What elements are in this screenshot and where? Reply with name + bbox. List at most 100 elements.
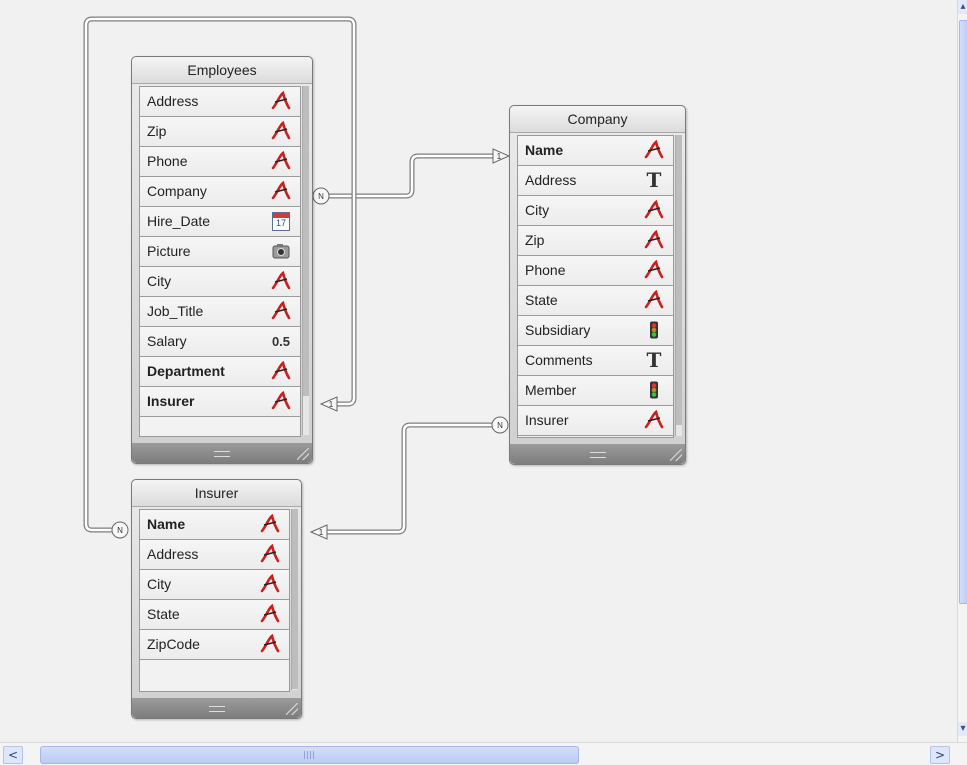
employees-table-footer: [132, 443, 312, 463]
footer-grip-icon[interactable]: [589, 452, 606, 458]
relation-link[interactable]: [326, 422, 500, 535]
scroll-up-icon[interactable]: ▴: [958, 0, 967, 14]
field-row[interactable]: Zip: [518, 226, 673, 256]
field-row[interactable]: Department: [140, 357, 300, 387]
field-row[interactable]: Phone: [140, 147, 300, 177]
field-row[interactable]: Address: [140, 87, 300, 117]
horizontal-scrollbar[interactable]: < >: [0, 742, 967, 765]
one-label: 1: [497, 152, 502, 161]
field-row[interactable]: Member: [518, 376, 673, 406]
many-end-marker[interactable]: N: [312, 187, 330, 205]
alpha-icon: [643, 199, 665, 221]
field-row[interactable]: Comments T: [518, 346, 673, 376]
scroll-down-icon[interactable]: ▾: [958, 722, 967, 736]
footer-grip-icon[interactable]: [214, 451, 230, 457]
one-end-marker[interactable]: 1: [309, 524, 328, 540]
field-row[interactable]: Hire_Date 17: [140, 207, 300, 237]
field-row[interactable]: Salary 0.5: [140, 327, 300, 357]
employees-table[interactable]: Employees Address Zip Phone Company Hire_Dat…: [131, 56, 313, 464]
one-end-marker[interactable]: 1: [492, 148, 511, 164]
company-field-list: Name Address T City Zip Phone State Subsidiary C…: [517, 135, 674, 438]
vertical-scroll-thumb[interactable]: [959, 20, 967, 604]
field-name: Zip: [147, 123, 167, 139]
employees-field-list: Address Zip Phone Company Hire_Date 17 Picture…: [139, 86, 301, 437]
relation-link[interactable]: [321, 153, 494, 199]
many-end-marker[interactable]: N: [111, 521, 129, 539]
alpha-icon: [259, 603, 281, 625]
scroll-right-icon[interactable]: >: [930, 746, 950, 764]
field-name: Job_Title: [147, 303, 204, 319]
field-name: Member: [525, 382, 577, 398]
calendar-icon: 17: [270, 210, 292, 232]
resize-grip-icon[interactable]: [670, 449, 682, 461]
scroll-left-icon[interactable]: <: [3, 746, 23, 764]
field-row[interactable]: Subsidiary: [518, 316, 673, 346]
alpha-icon: [270, 120, 292, 142]
insurer-table-title[interactable]: Insurer: [132, 480, 301, 507]
field-name: Comments: [525, 352, 593, 368]
field-row[interactable]: ZipCode: [140, 630, 289, 660]
field-name: Zip: [525, 232, 545, 248]
field-row[interactable]: Insurer: [140, 387, 300, 417]
field-row[interactable]: Job_Title: [140, 297, 300, 327]
alpha-icon: [270, 270, 292, 292]
boolean-icon: [643, 319, 665, 341]
field-row[interactable]: Address T: [518, 166, 673, 196]
field-name: Name: [525, 142, 564, 158]
employees-table-title[interactable]: Employees: [132, 57, 312, 84]
field-row[interactable]: Name: [140, 510, 289, 540]
footer-grip-icon[interactable]: [208, 706, 225, 712]
alpha-icon: [270, 180, 292, 202]
real-icon: 0.5: [271, 333, 291, 349]
field-row[interactable]: Picture: [140, 237, 300, 267]
field-name: Address: [147, 546, 199, 562]
field-name: City: [147, 273, 172, 289]
company-table-title[interactable]: Company: [510, 106, 685, 133]
employees-scroll-thumb[interactable]: [303, 86, 309, 396]
alpha-icon: [259, 513, 281, 535]
field-row[interactable]: City: [518, 196, 673, 226]
resize-grip-icon[interactable]: [297, 448, 309, 460]
resize-grip-icon[interactable]: [286, 703, 298, 715]
insurer-field-list: Name Address City State ZipCode: [139, 509, 290, 692]
field-row[interactable]: Name: [518, 136, 673, 166]
one-end-marker[interactable]: 1: [319, 396, 338, 412]
horizontal-scroll-thumb[interactable]: [40, 746, 579, 764]
many-label: N: [117, 526, 123, 535]
many-end-marker[interactable]: N: [491, 416, 509, 434]
field-row[interactable]: State: [140, 600, 289, 630]
relation-link[interactable]: [321, 154, 494, 198]
field-name: Address: [525, 172, 577, 188]
field-name: Insurer: [147, 393, 195, 409]
field-row[interactable]: City: [140, 570, 289, 600]
field-name: State: [147, 606, 180, 622]
alpha-icon: [643, 229, 665, 251]
company-scroll-thumb[interactable]: [676, 135, 682, 425]
field-name: Phone: [525, 262, 566, 278]
relation-link[interactable]: [326, 423, 500, 534]
field-name: Subsidiary: [525, 322, 591, 338]
alpha-icon: [259, 543, 281, 565]
alpha-icon: [643, 409, 665, 431]
vertical-scrollbar[interactable]: ▴ ▾: [957, 0, 967, 742]
insurer-scrollbar[interactable]: [291, 509, 298, 690]
field-name: City: [147, 576, 172, 592]
field-row[interactable]: Insurer: [518, 406, 673, 436]
camera-icon: [270, 240, 292, 262]
field-name: Salary: [147, 333, 187, 349]
field-row[interactable]: State: [518, 286, 673, 316]
insurer-table[interactable]: Insurer Name Address City State ZipCode: [131, 479, 302, 719]
employees-scrollbar[interactable]: [302, 86, 309, 435]
field-row[interactable]: Company: [140, 177, 300, 207]
insurer-scroll-thumb[interactable]: [292, 509, 298, 689]
field-row[interactable]: Zip: [140, 117, 300, 147]
alpha-icon: [259, 573, 281, 595]
field-row[interactable]: City: [140, 267, 300, 297]
field-row[interactable]: Phone: [518, 256, 673, 286]
structure-editor-canvas[interactable]: N 1 N 1 N 1 Employees Address Zip Phone Company H…: [0, 0, 957, 742]
company-scrollbar[interactable]: [675, 135, 682, 436]
alpha-icon: [270, 360, 292, 382]
text-icon: T: [646, 168, 662, 192]
company-table[interactable]: Company Name Address T City Zip Phone State Sub…: [509, 105, 686, 465]
field-row[interactable]: Address: [140, 540, 289, 570]
